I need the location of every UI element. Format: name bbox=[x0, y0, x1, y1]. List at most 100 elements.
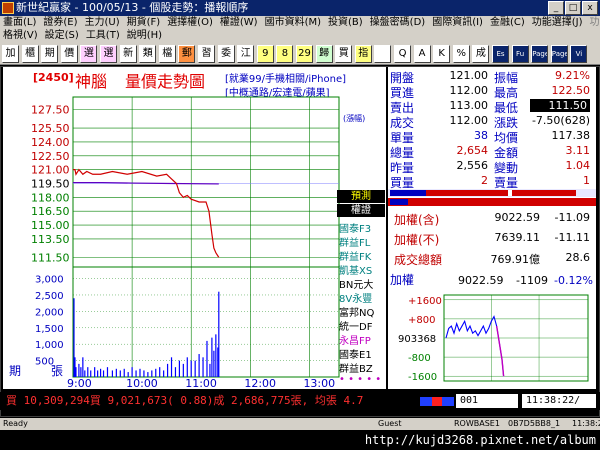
toolbar-button[interactable]: 檔 bbox=[158, 45, 176, 63]
index-chart-value: 9022.59 bbox=[458, 274, 504, 287]
toolbar-button[interactable]: 江 bbox=[237, 45, 255, 63]
toolbar-button[interactable]: 期 bbox=[41, 45, 59, 63]
page-number-box[interactable]: 001 bbox=[456, 394, 518, 408]
toolbar: 加櫃期價選選新類檔郵習委江 9 8 29 歸買指 Q A K% 成 Es Fu Page Page Vi bbox=[0, 43, 600, 65]
volume-axis-label: 期 bbox=[9, 364, 21, 378]
quote-panel: 開盤 121.00 振幅 9.21% 買進 112.00 最高 122.50 賣出 113.00 最… bbox=[388, 67, 596, 389]
toolbar-button[interactable]: 9 bbox=[256, 45, 274, 63]
menu-item[interactable]: 畫面(L) bbox=[0, 16, 40, 30]
toolbar-button[interactable]: 加 bbox=[2, 45, 19, 63]
toolbar-button[interactable]: Es bbox=[492, 45, 509, 63]
index-tick-label: +1600 bbox=[408, 296, 442, 307]
quote-value: 2,654 bbox=[456, 144, 489, 157]
status-line: 買 10,309,294買 9,021,673( 0.88)成 2,686,77… bbox=[0, 392, 600, 410]
quote-value: 9.21% bbox=[555, 69, 590, 82]
warrant-item[interactable]: 富邦NQ bbox=[339, 304, 374, 319]
toolbar-button[interactable]: 指 bbox=[354, 45, 372, 63]
index-tick-label: 903368 bbox=[398, 334, 436, 345]
menu-item[interactable]: 主力(U) bbox=[82, 16, 124, 30]
menu-item[interactable]: 操盤密碼(D) bbox=[367, 16, 430, 30]
index-summary: 加權(含) 9022.59 -11.09 加權(不) 7639.11 -11.11 成交總額… bbox=[388, 207, 596, 267]
menu-item[interactable]: 金融(C) bbox=[487, 16, 529, 30]
warrant-item[interactable]: 國泰F3 bbox=[339, 220, 371, 235]
price-tick-label: 116.50 bbox=[31, 205, 70, 218]
ready-text: Ready bbox=[3, 419, 28, 428]
warrant-item[interactable]: 8V永豐 bbox=[339, 290, 372, 305]
menu-item[interactable]: 權證(W) bbox=[217, 16, 262, 30]
warrant-item[interactable]: BN元大 bbox=[339, 276, 373, 291]
toolbar-button[interactable]: 習 bbox=[198, 45, 215, 63]
warrant-item[interactable]: 國泰E1 bbox=[339, 346, 372, 361]
minimize-button[interactable]: _ bbox=[548, 1, 564, 15]
warrant-item[interactable]: 群益BZ bbox=[339, 360, 373, 375]
menu-item[interactable]: 期貨(F) bbox=[124, 16, 165, 30]
quote-value: 3.11 bbox=[565, 144, 591, 157]
order-depth-strip bbox=[388, 189, 596, 197]
menu-item[interactable]: 工具(T) bbox=[83, 29, 124, 43]
toolbar-button[interactable]: 櫃 bbox=[21, 45, 39, 63]
toolbar-button[interactable]: 29 bbox=[296, 45, 313, 63]
quote-table: 開盤 121.00 振幅 9.21% 買進 112.00 最高 122.50 賣出 113.00 最… bbox=[388, 67, 596, 192]
toolbar-button[interactable]: 委 bbox=[217, 45, 235, 63]
menu-item[interactable]: 設定(S) bbox=[42, 29, 83, 43]
toolbar-button[interactable]: 選 bbox=[100, 45, 117, 63]
toolbar-button[interactable]: 8 bbox=[276, 45, 294, 63]
price-tick-label: 127.50 bbox=[31, 104, 70, 117]
quote-value: 2 bbox=[481, 174, 488, 187]
title-bar: 新世紀贏家 - 100/05/13 - 個股走勢：播報順序 _ □ x bbox=[0, 0, 600, 16]
toolbar-button[interactable]: Page bbox=[550, 45, 568, 63]
server-text: ROWBASE1 bbox=[454, 419, 500, 428]
menu-item[interactable]: 國市資料(M) bbox=[262, 16, 325, 30]
toolbar-button[interactable]: 成 bbox=[472, 45, 490, 63]
index-value: 7639.11 bbox=[494, 231, 541, 244]
menu-item[interactable]: 格視(V) bbox=[0, 29, 42, 43]
index-tick-label: -1600 bbox=[408, 372, 437, 383]
menu-item[interactable]: 證券(E) bbox=[40, 16, 81, 30]
toolbar-button[interactable]: 新 bbox=[119, 45, 137, 63]
quote-value: 112.00 bbox=[449, 114, 489, 127]
price-tick-label: 113.50 bbox=[31, 233, 70, 246]
warrant-item[interactable]: 群益FK bbox=[339, 248, 371, 263]
time-tick-label: 11:00 bbox=[185, 377, 217, 389]
menu-item[interactable]: 選擇權(O) bbox=[164, 16, 217, 30]
index-label: 成交總額 bbox=[394, 253, 443, 267]
toolbar-button[interactable]: 類 bbox=[139, 45, 157, 63]
toolbar-button[interactable]: K bbox=[433, 45, 451, 63]
toolbar-button[interactable]: 選 bbox=[80, 45, 98, 63]
clock-display: 11:38:22/ bbox=[522, 394, 596, 408]
toolbar-button[interactable]: 買 bbox=[335, 45, 353, 63]
market-summary: 買 10,309,294買 9,021,673( 0.88)成 2,686,77… bbox=[6, 394, 364, 407]
watermark-url: http://kujd3268.pixnet.net/album bbox=[0, 430, 600, 450]
toolbar-button[interactable]: 歸 bbox=[315, 45, 333, 63]
toolbar-button[interactable]: 價 bbox=[60, 45, 78, 63]
warrant-item[interactable]: 群益FL bbox=[339, 234, 370, 249]
price-tick-label: 111.50 bbox=[31, 251, 70, 264]
toolbar-button[interactable]: Vi bbox=[570, 45, 588, 63]
index-chart-label: 加權 bbox=[390, 273, 414, 287]
toolbar-button[interactable]: % bbox=[452, 45, 470, 63]
toolbar-button[interactable]: Page bbox=[531, 45, 549, 63]
menu-item[interactable]: 功能選擇(J) bbox=[529, 16, 587, 30]
price-tick-label: 124.00 bbox=[31, 136, 70, 149]
menu-item[interactable]: 功能選擇(J) bbox=[587, 16, 600, 30]
warrant-item[interactable]: • • • • • bbox=[339, 374, 381, 385]
menu-item[interactable]: 說明(H) bbox=[124, 29, 166, 43]
warrant-item[interactable]: 凱基XS bbox=[339, 262, 372, 277]
volume-tick-label: 2,500 bbox=[35, 291, 64, 302]
menu-bar-secondary: 格視(V) 設定(S) 工具(T) 說明(H) bbox=[0, 29, 600, 43]
menu-item[interactable]: 國際資訊(I) bbox=[429, 16, 487, 30]
maximize-button[interactable]: □ bbox=[565, 1, 581, 15]
toolbar-button[interactable]: Fu bbox=[511, 45, 529, 63]
time-tick-label: 9:00 bbox=[67, 377, 92, 389]
toolbar-button[interactable]: A bbox=[413, 45, 431, 63]
close-button[interactable]: x bbox=[582, 1, 598, 15]
warrant-item[interactable]: 永昌FP bbox=[339, 332, 371, 347]
warrant-item[interactable]: 統一DF bbox=[339, 318, 372, 333]
toolbar-button[interactable]: Q bbox=[394, 45, 411, 63]
menu-item[interactable]: 投資(B) bbox=[325, 16, 367, 30]
quote-value: 111.50 bbox=[530, 99, 590, 112]
toolbar-button[interactable]: 郵 bbox=[178, 45, 196, 63]
toolbar-button[interactable] bbox=[374, 45, 392, 63]
status-time: 11:38:22 bbox=[572, 419, 600, 428]
order-depth-strip-2 bbox=[388, 198, 596, 206]
